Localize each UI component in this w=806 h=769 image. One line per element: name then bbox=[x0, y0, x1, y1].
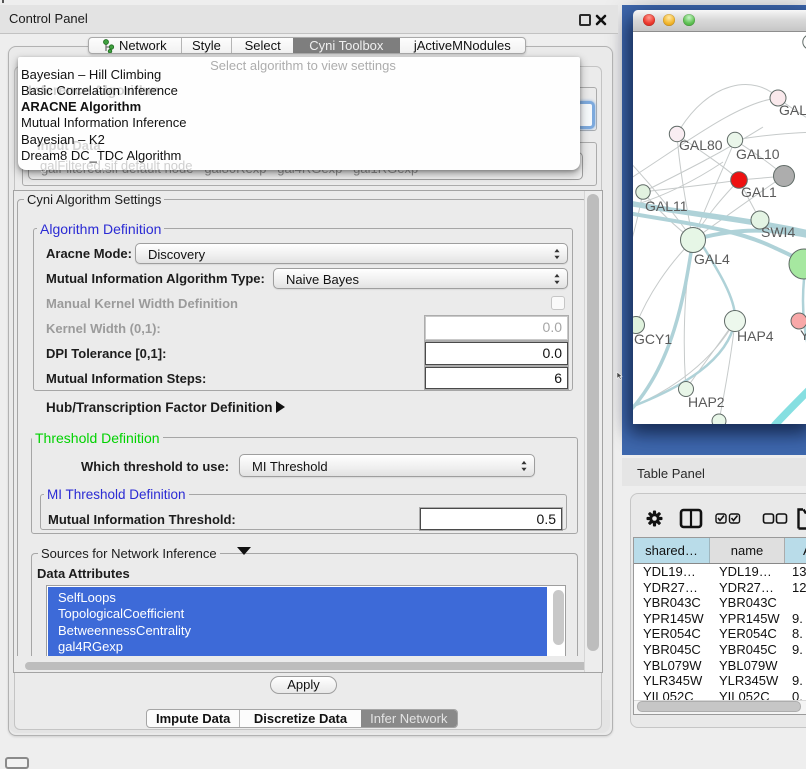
svg-text:GAL80: GAL80 bbox=[679, 137, 723, 153]
svg-text:GAL4: GAL4 bbox=[694, 251, 730, 267]
svg-text:GAL11: GAL11 bbox=[645, 198, 688, 214]
svg-text:GAL1: GAL1 bbox=[741, 184, 777, 200]
svg-text:GCY1: GCY1 bbox=[634, 331, 672, 347]
svg-text:Y: Y bbox=[800, 327, 806, 343]
svg-text:GAL10: GAL10 bbox=[736, 146, 780, 162]
svg-text:GAL: GAL bbox=[779, 102, 806, 118]
svg-text:HAP2: HAP2 bbox=[688, 394, 725, 410]
svg-text:SWI4: SWI4 bbox=[761, 224, 795, 240]
svg-text:HAP4: HAP4 bbox=[737, 328, 774, 344]
